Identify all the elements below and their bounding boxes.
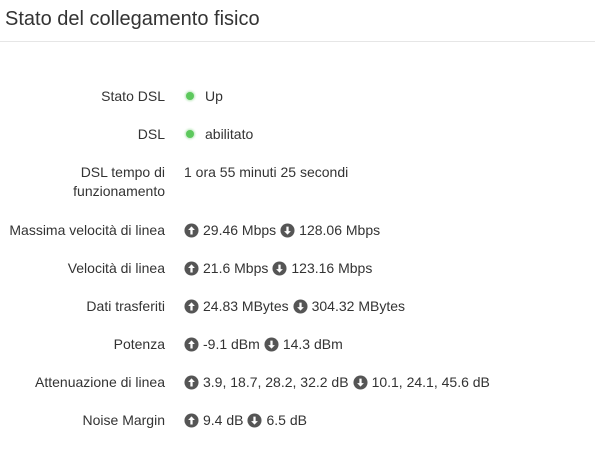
label-max-speed: Massima velocità di linea	[9, 222, 165, 238]
value-max-speed: 29.46 Mbps 128.06 Mbps	[184, 221, 380, 240]
stato-dsl-text: Up	[205, 88, 223, 104]
label-attenuation: Attenuazione di linea	[35, 374, 165, 390]
power-up: -9.1 dBm	[203, 336, 260, 352]
value-power: -9.1 dBm 14.3 dBm	[184, 335, 343, 354]
value-data: 24.83 MBytes 304.32 MBytes	[184, 297, 405, 316]
label-uptime: DSL tempo di funzionamento	[0, 163, 165, 201]
page-title: Stato del collegamento fisico	[5, 8, 260, 30]
page: Stato del collegamento fisico Stato DSL …	[0, 0, 595, 450]
label-dsl: DSL	[137, 126, 165, 142]
dsl-text: abilitato	[205, 126, 254, 142]
arrow-up-circle-icon	[184, 413, 199, 428]
max-speed-up: 29.46 Mbps	[203, 222, 277, 238]
value-attenuation: 3.9, 18.7, 28.2, 32.2 dB 10.1, 24.1, 45.…	[184, 373, 490, 392]
noise-down: 6.5 dB	[266, 412, 307, 428]
label-data: Dati trasferiti	[86, 298, 165, 314]
arrow-up-circle-icon	[184, 261, 199, 276]
data-down: 304.32 MBytes	[311, 298, 405, 314]
attenuation-up: 3.9, 18.7, 28.2, 32.2 dB	[203, 374, 349, 390]
arrow-up-circle-icon	[184, 337, 199, 352]
label-noise: Noise Margin	[82, 412, 165, 428]
max-speed-down: 128.06 Mbps	[299, 222, 381, 238]
label-stato-dsl: Stato DSL	[101, 88, 165, 104]
value-noise: 9.4 dB 6.5 dB	[184, 411, 307, 430]
label-uptime-line1: DSL tempo di	[80, 164, 165, 180]
arrow-up-circle-icon	[184, 299, 199, 314]
power-down: 14.3 dBm	[282, 336, 343, 352]
label-power: Potenza	[113, 336, 165, 352]
speed-down: 123.16 Mbps	[291, 260, 373, 276]
attenuation-down: 10.1, 24.1, 45.6 dB	[371, 374, 490, 390]
value-speed: 21.6 Mbps 123.16 Mbps	[184, 259, 372, 278]
arrow-down-circle-icon	[272, 261, 287, 276]
title-divider	[0, 41, 595, 42]
status-led-icon	[186, 91, 194, 100]
arrow-down-circle-icon	[247, 413, 263, 428]
label-uptime-line2: funzionamento	[73, 183, 165, 199]
arrow-down-circle-icon	[280, 223, 295, 238]
label-speed: Velocità di linea	[67, 260, 165, 276]
value-uptime: 1 ora 55 minuti 25 secondi	[184, 164, 349, 180]
arrow-up-circle-icon	[184, 375, 199, 390]
arrow-down-circle-icon	[293, 299, 308, 314]
data-up: 24.83 MBytes	[203, 298, 289, 314]
arrow-down-circle-icon	[264, 337, 279, 352]
speed-up: 21.6 Mbps	[203, 260, 269, 276]
value-dsl: abilitato	[184, 125, 253, 144]
arrow-down-circle-icon	[353, 375, 368, 390]
arrow-up-circle-icon	[184, 223, 199, 238]
noise-up: 9.4 dB	[203, 412, 244, 428]
status-led-icon	[186, 129, 194, 138]
value-stato-dsl: Up	[184, 87, 223, 106]
